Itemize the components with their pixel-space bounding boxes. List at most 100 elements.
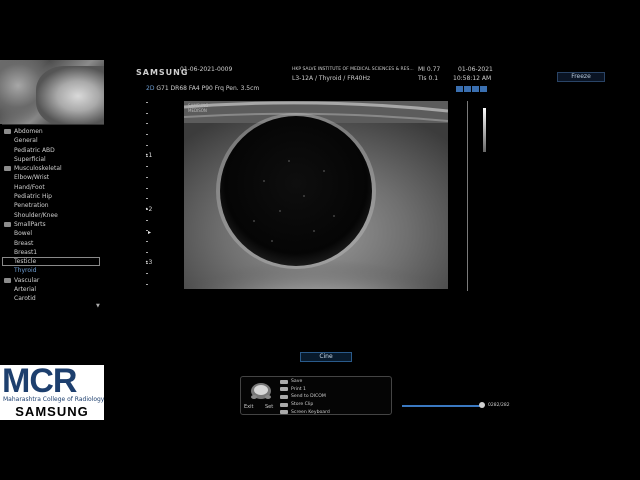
image-parameters: 2D G71 DR68 FA4 P90 Frq Pen. 3.5cm [146,85,259,92]
depth-scale: •1 •2 •3 [143,100,157,300]
webcam-overlay [0,60,104,124]
institute-name: HKP SALVE INSTITUTE OF MEDICAL SCIENCES … [292,67,414,72]
preset-item[interactable]: Shoulder/Knee [4,211,104,220]
preset-item[interactable]: Testicle [2,257,100,267]
cine-slider-handle[interactable] [479,402,485,408]
preset-item[interactable]: Bowel [4,229,104,238]
folder-icon [4,222,11,228]
depth-tick [146,123,148,125]
preset-item[interactable]: General [4,136,104,145]
logo-brand: SAMSUNG [15,404,89,419]
cine-frame-counter: 0282/282 [488,403,510,408]
soft-menu-label: Send to DICOM [291,394,326,400]
depth-label: •2 [145,205,153,213]
exit-key-label: Exit [244,404,254,410]
preset-item[interactable]: Superficial [4,155,104,164]
depth-tick [146,283,148,285]
tool-icon[interactable] [472,86,479,92]
depth-tick [146,134,148,136]
soft-menu-label: Screen Keyboard [291,409,330,415]
image-border [467,101,468,291]
tool-icon[interactable] [456,86,463,92]
tool-icon[interactable] [464,86,471,92]
cine-slider[interactable] [402,405,482,407]
manufacturer-watermark: SAMSUNG MEDISON [188,103,208,113]
probe-preset: L3-12A / Thyroid / FR40Hz [292,75,371,82]
preset-group[interactable]: Musculoskeletal [4,164,104,173]
soft-menu-item[interactable]: Screen Keyboard [280,408,330,416]
preset-group[interactable]: Abdomen [4,127,104,136]
preset-item[interactable]: Pediatric ABD [4,146,104,155]
folder-icon [4,166,11,172]
soft-menu-label: Save [291,379,303,385]
soft-menu-items: Save Print 1 Send to DICOM Store Clip Screen… [280,378,330,416]
depth-tick [146,273,148,275]
softkey-icon [280,387,288,392]
preset-item[interactable]: Penetration [4,201,104,210]
depth-tick [146,144,148,146]
soft-menu-item[interactable]: Store Clip [280,401,330,409]
trackball-icon[interactable] [250,382,272,400]
tool-icon[interactable] [480,86,487,92]
depth-tick [146,166,148,168]
preset-item[interactable]: Breast [4,239,104,248]
sidebar-divider [2,124,104,125]
depth-tick [146,112,148,114]
preset-group-label: Abdomen [14,128,43,135]
depth-label: •1 [145,152,153,159]
preset-group-label: Musculoskeletal [14,165,62,173]
set-key-label: Set [265,404,274,410]
depth-tick [146,187,148,189]
preset-item[interactable]: Thyroid [4,266,104,275]
soft-menu-item[interactable]: Save [280,378,330,386]
depth-label: •3 [145,259,153,266]
cine-button[interactable]: Cine [300,352,352,362]
mechanical-index: MI 0.77 [418,66,441,73]
preset-tree: Abdomen General Pediatric ABD Superficial Mu… [2,127,104,304]
focus-marker-icon[interactable]: ▸ [148,229,151,236]
preset-group-label: Vascular [14,276,40,284]
soft-menu-label: Print 1 [291,386,306,392]
depth-tick [146,219,148,221]
preset-item[interactable]: Carotid [4,294,104,303]
preset-group[interactable]: SmallParts [4,220,104,229]
mode-indicator: 2D [146,85,155,92]
college-logo: MCR Maharashtra College of Radiology SAM… [0,362,105,420]
preset-group-label: SmallParts [14,220,46,228]
exam-date: 01-06-2021 [458,66,493,73]
depth-tick [146,241,148,243]
depth-tick [146,176,148,178]
soft-menu-label: Store Clip [291,402,314,408]
watermark-line: MEDISON [188,108,207,113]
preset-item[interactable]: Hand/Foot [4,183,104,192]
preset-item[interactable]: Arterial [4,285,104,294]
scroll-down-icon[interactable]: ▼ [96,303,100,309]
depth-tick [146,251,148,253]
soft-menu-item[interactable]: Print 1 [280,386,330,394]
folder-icon [4,277,11,283]
ultrasound-scan [184,101,448,289]
preset-item[interactable]: Pediatric Hip [4,192,104,201]
softkey-icon [280,402,288,407]
depth-tick [146,198,148,200]
folder-icon [4,129,11,135]
preset-group[interactable]: Vascular [4,276,104,285]
logo-mark: MCR [2,362,77,400]
soft-menu-item[interactable]: Send to DICOM [280,393,330,401]
depth-tick [146,102,148,103]
parameter-line: G71 DR68 FA4 P90 Frq Pen. 3.5cm [156,85,260,92]
ultrasound-image[interactable] [184,101,448,289]
softkey-icon [280,379,288,384]
grayscale-bar [483,108,486,152]
toolbar-icons [456,86,487,92]
preset-item[interactable]: Breast1 [4,248,104,257]
softkey-icon [280,394,288,399]
logo-subtitle: Maharashtra College of Radiology [3,396,105,403]
exam-id: 01-06-2021-0009 [180,66,233,73]
webcam-presenter [36,66,104,124]
softkey-icon [280,410,288,415]
preset-item[interactable]: Elbow/Wrist [4,173,104,182]
thermal-index: TIs 0.1 [418,75,439,82]
freeze-button[interactable]: Freeze [557,72,605,82]
exam-time: 10:58:12 AM [453,75,492,82]
